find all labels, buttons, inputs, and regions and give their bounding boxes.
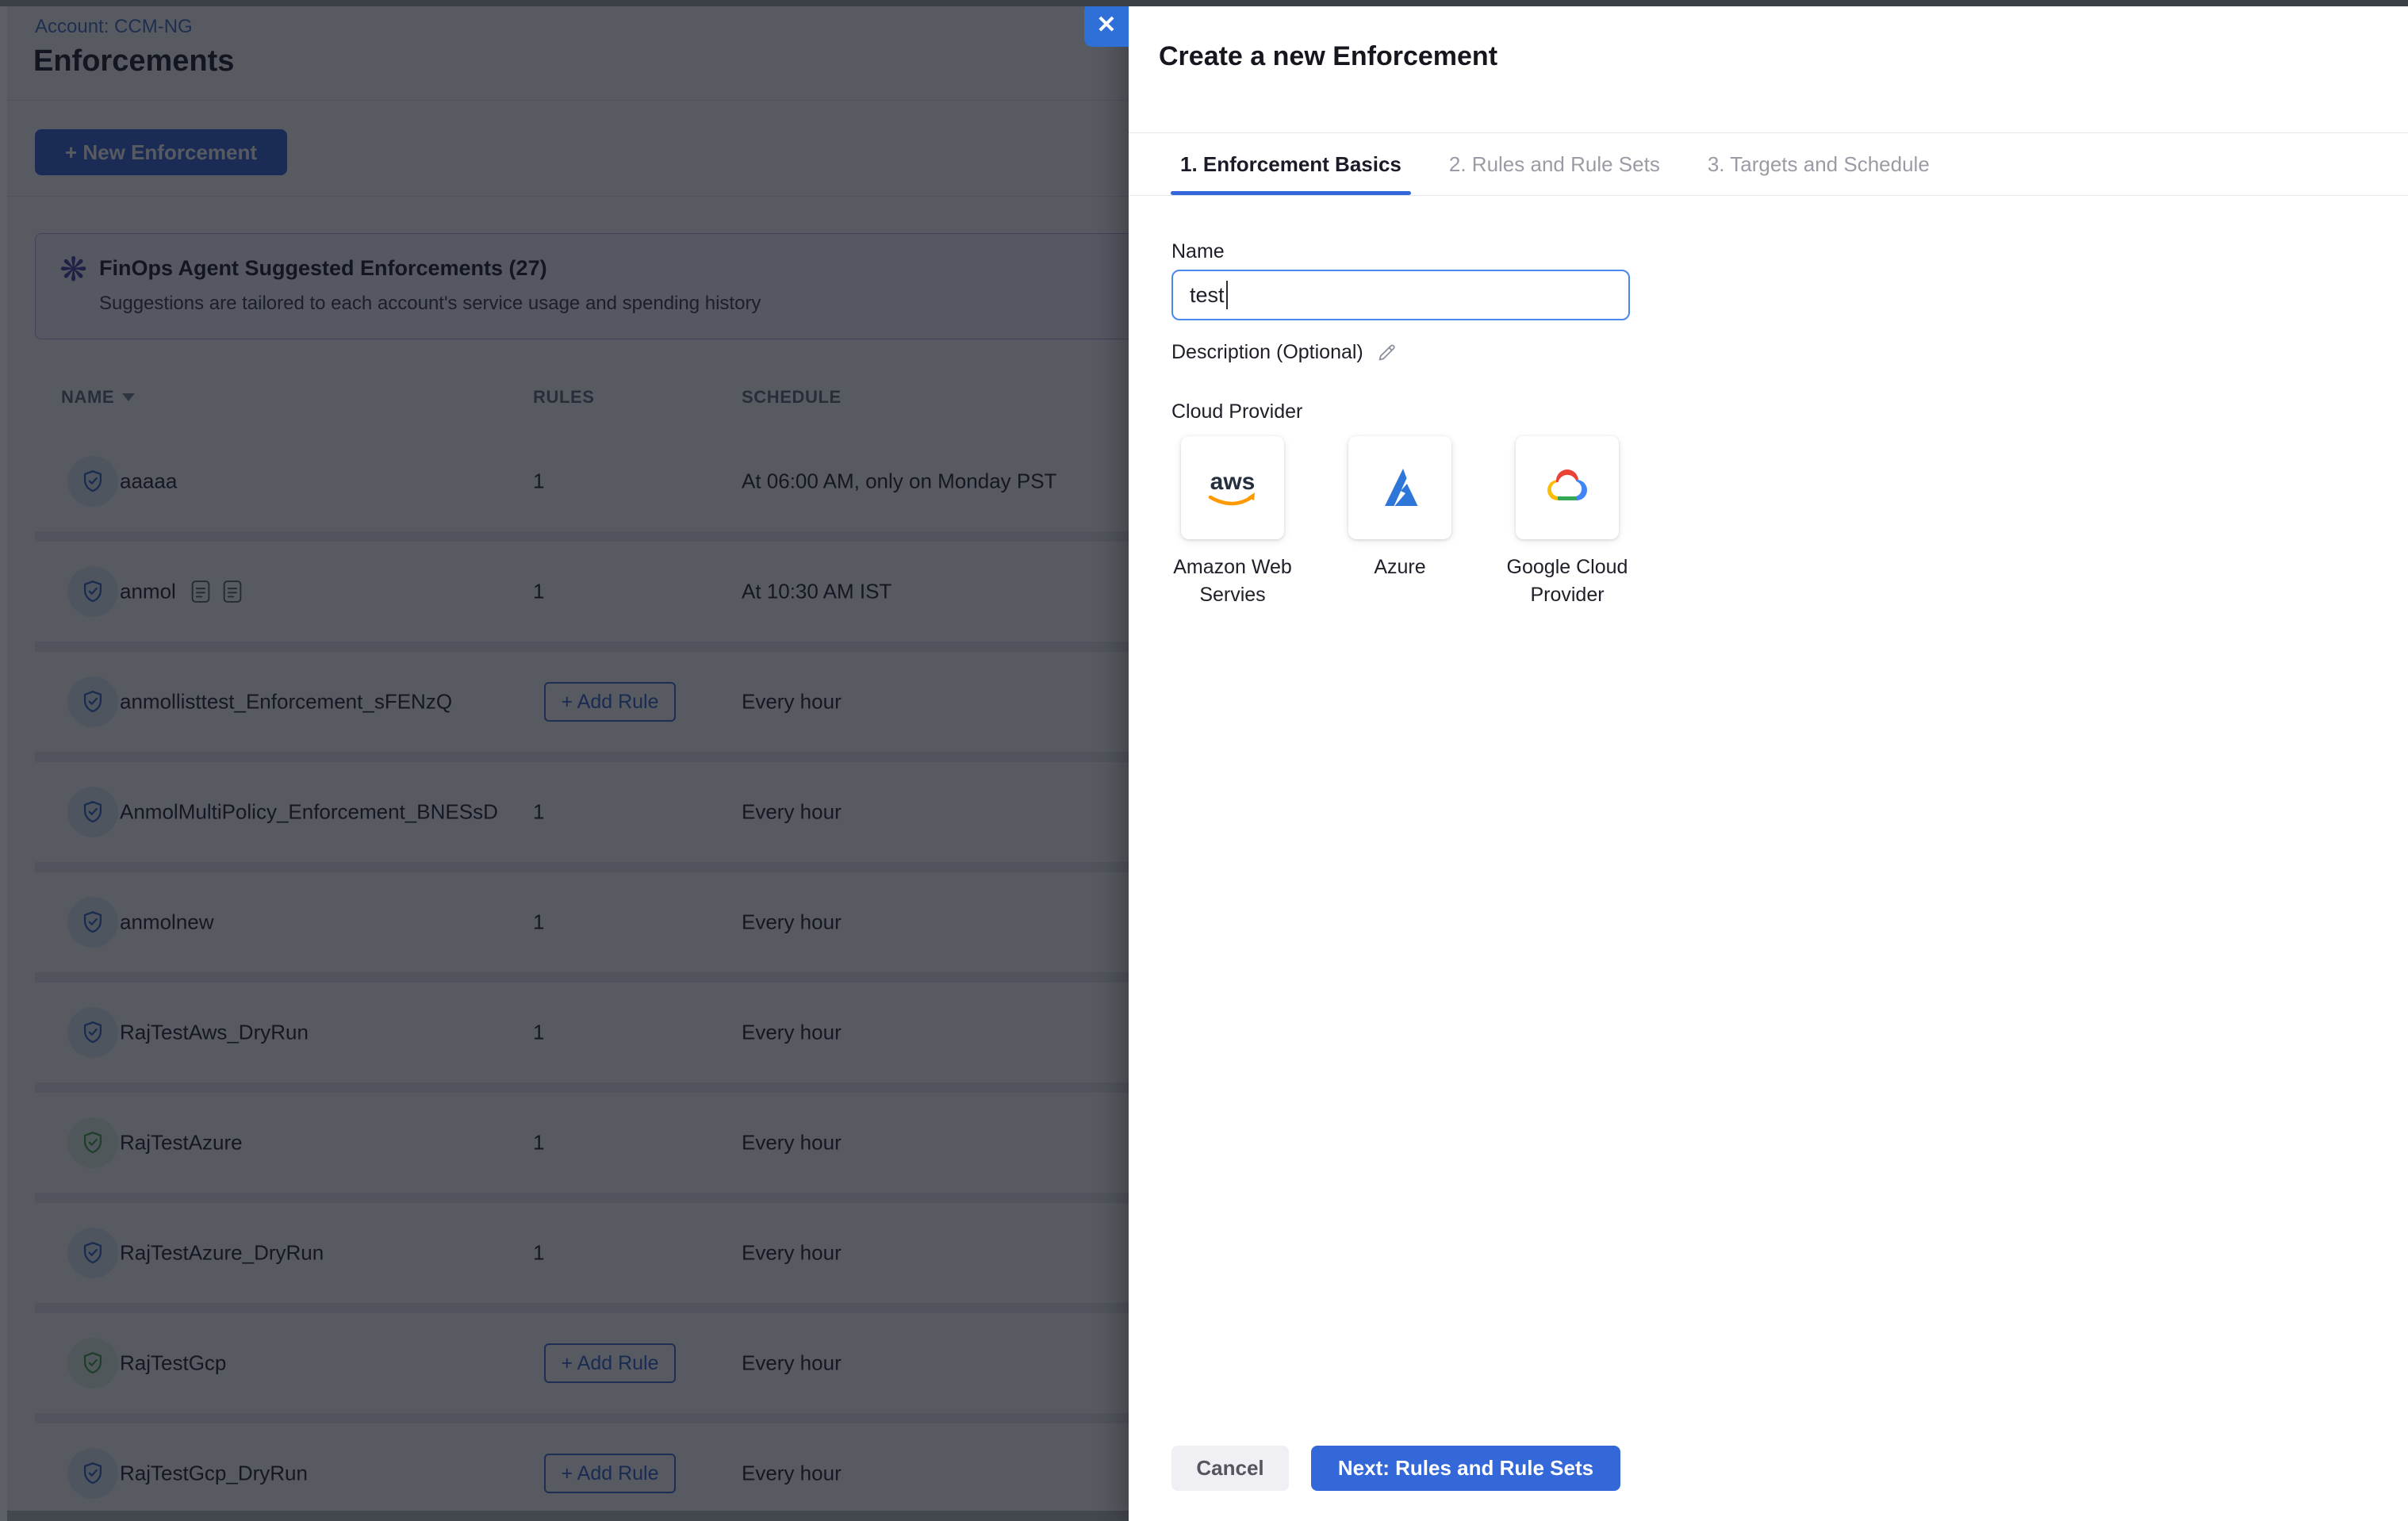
name-label: Name [1171,240,1225,263]
left-edge-bar [0,6,7,1521]
provider-label: Azure [1317,554,1483,581]
provider-label: Google Cloud Provider [1484,554,1651,609]
screen: Account: CCM-NG Enforcements + New Enfor… [0,0,2408,1521]
next-button[interactable]: Next: Rules and Rule Sets [1311,1446,1620,1491]
name-input[interactable]: test [1171,270,1630,320]
provider-option-gcp: Google Cloud Provider [1516,436,1619,539]
tab-2[interactable]: 2. Rules and Rule Sets [1440,133,1670,195]
cancel-button[interactable]: Cancel [1171,1446,1289,1491]
tab-1[interactable]: 1. Enforcement Basics [1171,133,1411,195]
azure-logo-icon [1375,462,1425,513]
top-edge-bar [0,0,2408,6]
tab-3[interactable]: 3. Targets and Schedule [1698,133,1939,195]
tabs-divider [1129,195,2408,196]
cloud-provider-label: Cloud Provider [1171,400,1302,423]
provider-label: Amazon Web Servies [1149,554,1316,609]
wizard-tabs: 1. Enforcement Basics 2. Rules and Rule … [1171,133,1939,195]
aws-logo-icon: aws [1199,465,1266,510]
drawer-title: Create a new Enforcement [1159,41,1497,72]
provider-card[interactable] [1348,436,1451,539]
description-row: Description (Optional) [1171,341,1398,364]
bottom-edge-bar [0,1511,1129,1521]
provider-card[interactable] [1516,436,1619,539]
gcp-logo-icon [1540,465,1595,511]
provider-option-azure: Azure [1348,436,1451,539]
text-caret [1226,281,1228,309]
svg-text:aws: aws [1210,469,1256,495]
provider-card[interactable]: aws [1181,436,1284,539]
name-input-value: test [1190,283,1225,308]
edit-pencil-icon[interactable] [1376,342,1398,363]
close-icon: ✕ [1096,11,1116,39]
provider-option-aws: aws Amazon Web Servies [1181,436,1284,539]
description-label: Description (Optional) [1171,341,1363,364]
create-enforcement-drawer: ✕ Create a new Enforcement 1. Enforcemen… [1129,0,2408,1521]
close-button[interactable]: ✕ [1084,2,1129,47]
